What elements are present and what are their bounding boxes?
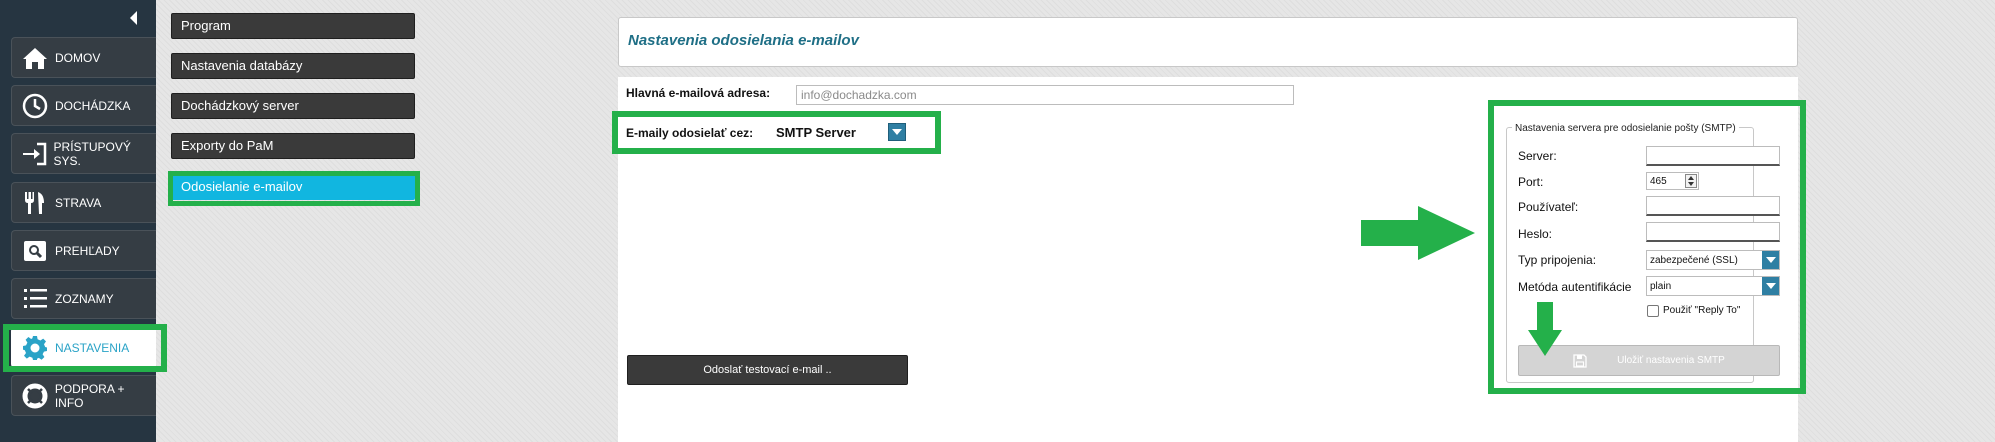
clock-icon xyxy=(21,92,49,120)
submenu-item-program[interactable]: Program xyxy=(171,13,415,39)
sidebar: DOMOV DOCHÁDZKA PRÍSTUPOVÝ SYS. STRAVA P… xyxy=(0,0,156,442)
collapse-arrow-icon[interactable] xyxy=(128,10,138,26)
dropdown-arrow-icon[interactable] xyxy=(1762,251,1779,269)
sidebar-item-domov[interactable]: DOMOV xyxy=(11,37,156,78)
sidebar-item-label: ZOZNAMY xyxy=(55,291,114,306)
home-icon xyxy=(21,44,49,72)
sidebar-item-zoznamy[interactable]: ZOZNAMY xyxy=(11,278,156,319)
highlight-box-nastavenia xyxy=(3,324,167,372)
sidebar-item-label: STRAVA xyxy=(55,195,102,210)
login-icon xyxy=(21,140,48,168)
send-test-email-button[interactable]: Odoslať testovací e-mail .. xyxy=(627,355,908,385)
connection-type-label: Typ pripojenia: xyxy=(1518,253,1597,267)
main-email-input[interactable] xyxy=(796,85,1294,105)
connection-type-select[interactable]: zabezpečené (SSL) xyxy=(1646,250,1780,270)
lifebuoy-icon xyxy=(21,382,49,410)
search-icon xyxy=(21,237,49,265)
save-smtp-label: Uložiť nastavenia SMTP xyxy=(1617,355,1725,366)
highlight-box-odosielanie xyxy=(168,171,420,206)
sidebar-item-label: DOMOV xyxy=(55,50,101,65)
auth-method-value: plain xyxy=(1650,280,1672,292)
cutlery-icon xyxy=(21,189,49,217)
port-stepper[interactable]: 465 xyxy=(1646,172,1699,190)
password-input[interactable] xyxy=(1646,222,1780,242)
main-email-label: Hlavná e-mailová adresa: xyxy=(626,86,771,100)
sidebar-item-label: PREHĽADY xyxy=(55,243,120,258)
spinner-icon[interactable] xyxy=(1685,174,1697,188)
arrow-right-icon xyxy=(1361,206,1475,260)
sidebar-item-strava[interactable]: STRAVA xyxy=(11,182,156,223)
submenu-item-nastavenia-databazy[interactable]: Nastavenia databázy xyxy=(171,53,415,79)
port-label: Port: xyxy=(1518,175,1544,189)
smtp-legend: Nastavenia servera pre odosielanie pošty… xyxy=(1512,123,1739,134)
sidebar-item-label: PODPORA + INFO xyxy=(54,381,125,410)
page-title: Nastavenia odosielania e-mailov xyxy=(628,32,859,49)
title-panel: Nastavenia odosielania e-mailov xyxy=(618,17,1798,67)
reply-to-checkbox[interactable] xyxy=(1647,305,1659,317)
sidebar-item-podpora[interactable]: PODPORA + INFO xyxy=(11,375,156,416)
submenu-item-exporty-do-pam[interactable]: Exporty do PaM xyxy=(171,133,415,159)
list-icon xyxy=(21,285,49,313)
sidebar-item-dochadzka[interactable]: DOCHÁDZKA xyxy=(11,85,156,126)
server-input[interactable] xyxy=(1646,146,1780,166)
user-label: Používateľ: xyxy=(1518,200,1579,214)
auth-method-select[interactable]: plain xyxy=(1646,276,1780,296)
highlight-box-send-via xyxy=(612,111,941,154)
reply-to-label: Použiť "Reply To" xyxy=(1663,305,1741,316)
submenu-item-dochadzkovy-server[interactable]: Dochádzkový server xyxy=(171,93,415,119)
user-input[interactable] xyxy=(1646,196,1780,216)
connection-type-value: zabezpečené (SSL) xyxy=(1650,254,1738,266)
sidebar-item-label: PRÍSTUPOVÝ SYS. xyxy=(53,139,131,168)
arrow-down-icon xyxy=(1528,302,1562,356)
sidebar-item-pristupovy-sys[interactable]: PRÍSTUPOVÝ SYS. xyxy=(11,133,156,174)
server-label: Server: xyxy=(1518,149,1557,163)
password-label: Heslo: xyxy=(1518,227,1553,241)
sidebar-item-label: DOCHÁDZKA xyxy=(55,98,131,113)
floppy-disk-icon xyxy=(1573,353,1587,368)
port-value: 465 xyxy=(1650,175,1667,187)
auth-method-label: Metóda autentifikácie xyxy=(1518,280,1632,294)
dropdown-arrow-icon[interactable] xyxy=(1762,277,1779,295)
sidebar-item-prehlady[interactable]: PREHĽADY xyxy=(11,230,156,271)
